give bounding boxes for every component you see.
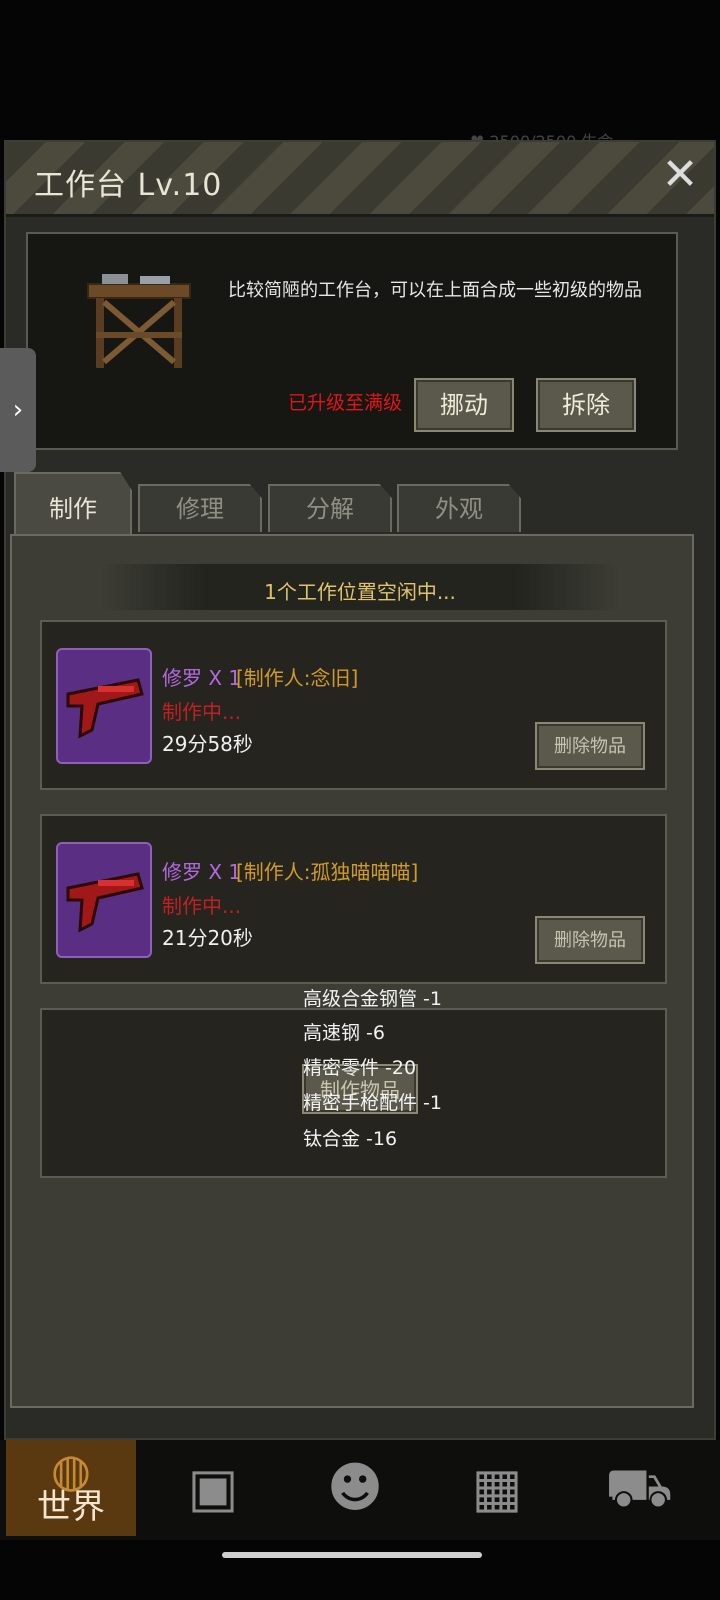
- home-indicator[interactable]: [222, 1552, 482, 1558]
- workbench-description: 比较简陋的工作台，可以在上面合成一些初级的物品: [228, 280, 642, 301]
- nav-world-label: 世界: [37, 1487, 105, 1527]
- crafting-status: 制作中...: [162, 700, 242, 724]
- move-button[interactable]: 挪动: [414, 378, 514, 432]
- nav-building[interactable]: ▦: [432, 1440, 562, 1536]
- cart-icon: ⛟: [605, 1456, 673, 1519]
- delete-item-button[interactable]: 删除物品: [535, 916, 645, 964]
- tab-appearance[interactable]: 外观: [397, 484, 521, 532]
- material-requirement: 钛合金 -16: [303, 1128, 398, 1150]
- material-requirement: 精密手枪配件 -1: [303, 1092, 442, 1114]
- workbench-icon: [87, 274, 191, 368]
- pistol-item-icon: [56, 648, 152, 764]
- crafting-timer: 21分20秒: [162, 926, 253, 950]
- item-name: 修罗 X 1: [162, 666, 242, 690]
- delete-item-button[interactable]: 删除物品: [535, 722, 645, 770]
- nav-backpack[interactable]: ▣: [148, 1440, 278, 1536]
- building-icon: ▦: [471, 1456, 523, 1519]
- maker-label: [制作人:孤独喵喵喵]: [236, 860, 419, 884]
- crafting-timer: 29分58秒: [162, 732, 253, 756]
- panel-title: 工作台 Lv.10: [34, 168, 223, 203]
- material-requirement: 高速钢 -6: [303, 1022, 385, 1044]
- material-requirement: 高级合金钢管 -1: [303, 988, 442, 1010]
- pistol-icon: [66, 678, 144, 739]
- nav-world[interactable]: ◍ 世界: [6, 1440, 136, 1536]
- nav-shop[interactable]: ⛟: [574, 1440, 704, 1536]
- item-name: 修罗 X 1: [162, 860, 242, 884]
- close-button[interactable]: ✕: [655, 150, 705, 200]
- pistol-item-icon: [56, 842, 152, 958]
- max-level-status: 已升级至满级: [288, 392, 403, 414]
- tab-repair[interactable]: 修理: [138, 484, 262, 532]
- nav-character[interactable]: ☻: [290, 1440, 420, 1536]
- backpack-icon: ▣: [187, 1456, 239, 1519]
- tab-disassemble[interactable]: 分解: [268, 484, 392, 532]
- tab-craft[interactable]: 制作: [14, 472, 132, 534]
- material-requirement: 精密零件 -20: [303, 1057, 417, 1079]
- head-icon: ☻: [326, 1456, 384, 1519]
- slot-status-text: 1个工作位置空闲中...: [264, 580, 456, 604]
- crafting-status: 制作中...: [162, 894, 242, 918]
- demolish-button[interactable]: 拆除: [536, 378, 636, 432]
- pistol-icon: [66, 872, 144, 933]
- side-expand-handle[interactable]: ›: [0, 348, 36, 472]
- maker-label: [制作人:念旧]: [236, 666, 359, 690]
